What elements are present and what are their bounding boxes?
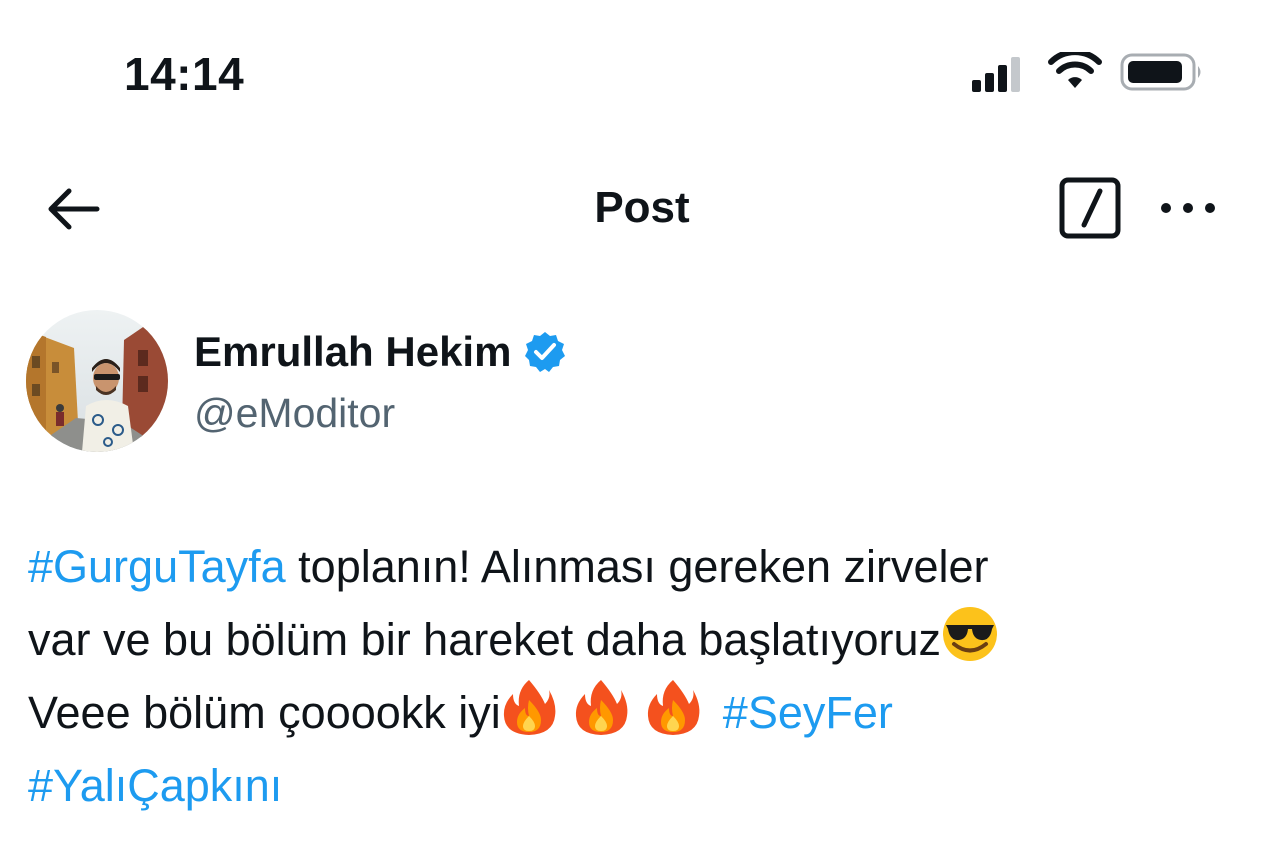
post-text: #GurguTayfa toplanın! Alınması gereken z… xyxy=(28,530,1248,822)
hashtag-link[interactable]: #SeyFer xyxy=(723,687,893,738)
post-line-4: #YalıÇapkını xyxy=(28,749,1248,822)
post-text-segment: toplanın! Alınması gereken zirveler xyxy=(285,541,989,592)
author-name-link[interactable]: Emrullah Hekim xyxy=(194,322,567,382)
post-line-3: Veee bölüm çooookk iyi #SeyFer xyxy=(28,676,1248,749)
status-time: 14:14 xyxy=(124,48,245,100)
verified-badge-icon xyxy=(525,332,566,372)
fire-emoji-icon xyxy=(501,678,557,736)
sunglasses-emoji-icon xyxy=(941,605,999,663)
hashtag-link[interactable]: #YalıÇapkını xyxy=(28,760,282,811)
battery-icon xyxy=(1120,53,1201,91)
more-options-button[interactable] xyxy=(1152,184,1224,232)
fire-emoji-icon xyxy=(645,678,701,736)
edit-square-icon xyxy=(1059,177,1121,239)
hashtag-link[interactable]: #GurguTayfa xyxy=(28,541,286,592)
post-text-segment: var ve bu bölüm bir hareket daha başlatı… xyxy=(28,614,942,665)
fire-emoji-icon xyxy=(573,678,629,736)
author-handle[interactable]: @eModitor xyxy=(194,386,395,440)
edit-button[interactable] xyxy=(1058,176,1124,242)
post-line-1: #GurguTayfa toplanın! Alınması gereken z… xyxy=(28,530,1248,603)
more-horizontal-icon xyxy=(1161,203,1215,213)
author-name: Emrullah Hekim xyxy=(194,328,512,375)
wifi-icon xyxy=(1048,52,1102,88)
post-line-2: var ve bu bölüm bir hareket daha başlatı… xyxy=(28,603,1248,676)
cellular-signal-icon xyxy=(972,57,1020,92)
avatar[interactable] xyxy=(26,310,168,452)
profile-photo xyxy=(26,310,168,452)
post-text-segment: Veee bölüm çooookk iyi xyxy=(28,687,501,738)
